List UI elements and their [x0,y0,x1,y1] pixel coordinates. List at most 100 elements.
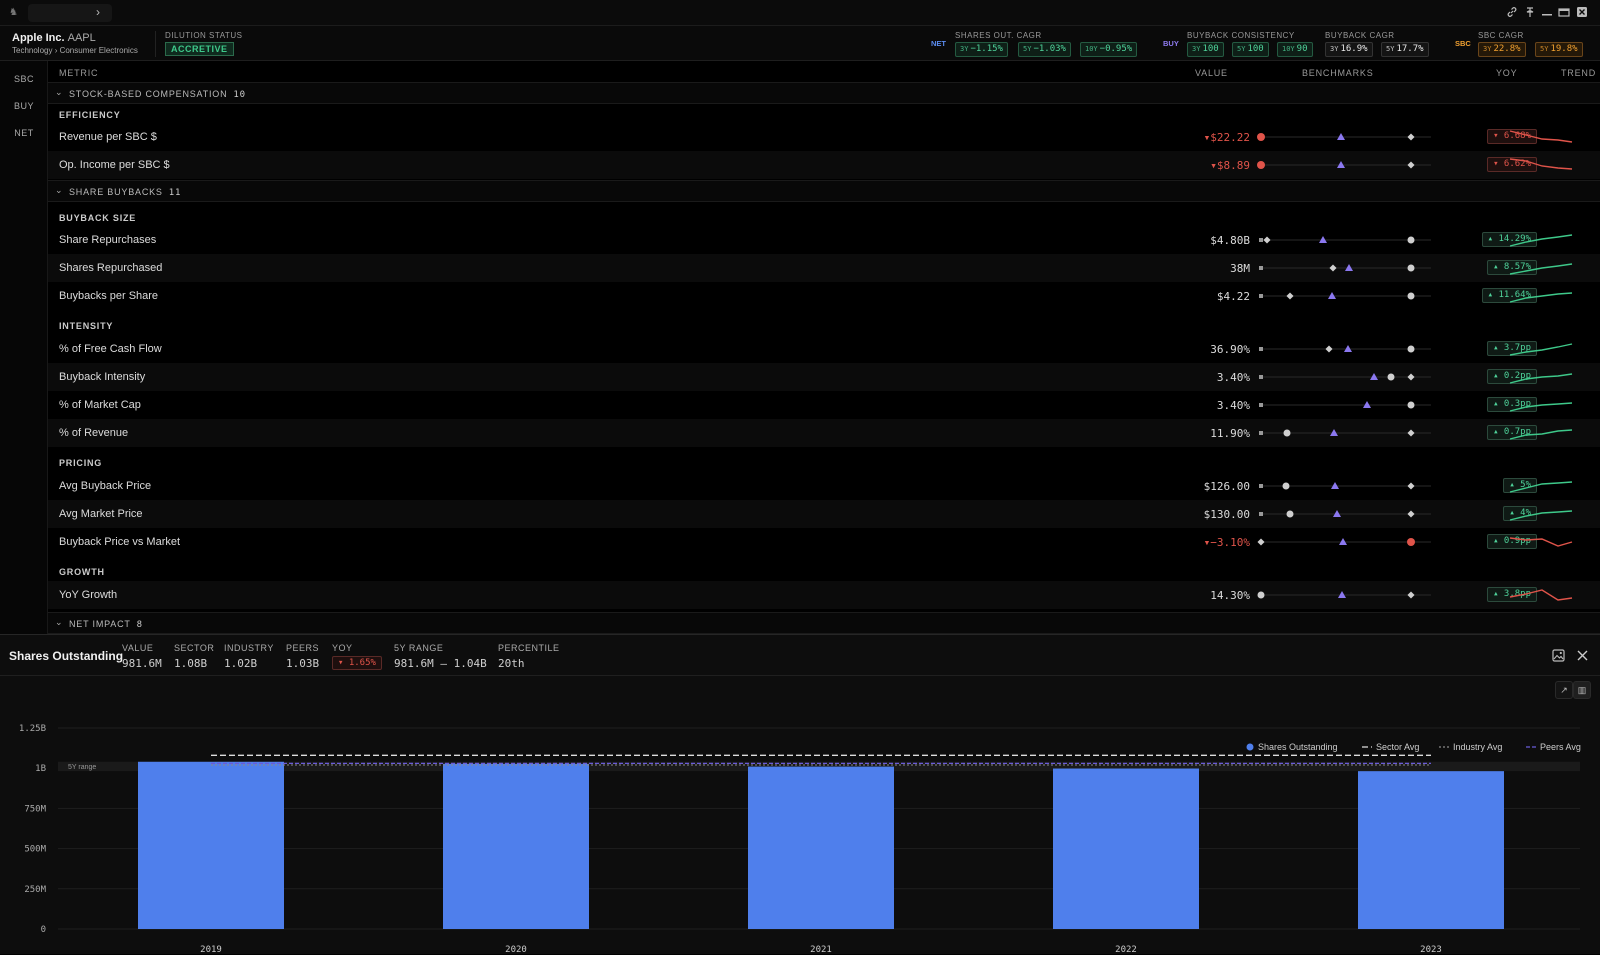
y-tick-label: 250M [24,885,46,895]
value-marker [1286,510,1294,518]
bar [138,761,284,929]
chevron-down-icon[interactable]: ⌄ [55,87,63,98]
stat-sector: 1.08B [174,657,208,670]
detail-panel: Shares Outstanding VALUE 981.6M SECTOR 1… [0,634,1600,955]
row-buyback-intensity[interactable]: Buyback Intensity 3.40% ▴ 0.2pp [48,363,1600,391]
benchmark-marker [1407,591,1415,599]
pin-icon[interactable] [1524,6,1536,21]
benchmark-strip [1257,538,1431,546]
y-tick-label: 0 [41,925,46,935]
net-group-label: NET [931,39,946,48]
trend-sparkline [1509,589,1573,601]
link-icon[interactable] [1506,6,1518,21]
sparkline [1509,429,1573,440]
nav-buy[interactable]: BUY [0,101,48,111]
caret-down-icon: ▾ [1210,159,1217,172]
metric-name: Avg Market Price [59,508,143,520]
chevron-down-icon[interactable]: ⌄ [55,617,63,628]
sparkline [1509,234,1573,247]
stat-percentile: 20th [498,657,525,670]
sparkline [1509,292,1573,303]
close-panel-icon[interactable] [1576,649,1589,665]
stat-industry-label: INDUSTRY [224,643,274,653]
app-logo-icon: ♞ [9,7,18,18]
benchmark-strip [1257,161,1431,169]
benchmark-strip [1259,510,1431,518]
trend-sparkline [1509,234,1573,247]
sbc-cagr-5y: 5Y 19.8% [1535,42,1583,57]
section-net-impact[interactable]: ⌄ NET IMPACT 8 [48,612,1600,634]
bar-chart-toggle-icon[interactable]: ▥ [1573,681,1591,699]
benchmark-marker [1325,345,1333,353]
trend-sparkline [1509,343,1573,356]
metric-name: % of Market Cap [59,399,141,411]
benchmark-marker [1286,292,1294,300]
row-pct-market-cap[interactable]: % of Market Cap 3.40% ▴ 0.3pp [48,391,1600,419]
sparkline [1509,130,1573,143]
stat-sector-label: SECTOR [174,643,215,653]
nav-sbc[interactable]: SBC [0,74,48,84]
metric-name: Avg Buyback Price [59,480,152,492]
shares-cagr-10y: 10Y −0.95% [1080,42,1138,57]
min-marker [1259,266,1263,270]
close-window-icon[interactable] [1576,6,1588,21]
row-pct-revenue[interactable]: % of Revenue 11.90% ▴ 0.7pp [48,419,1600,447]
panel-title: Shares Outstanding [9,649,124,663]
shares-outstanding-chart: 0250M500M750M1B1.25B5Y range2019 2020 2021… [19,724,1581,955]
row-avg-buyback-price[interactable]: Avg Buyback Price $126.00 ▴ 5% [48,472,1600,500]
row-pct-fcf[interactable]: % of Free Cash Flow 36.90% ▴ 3.7pp [48,335,1600,363]
nav-net[interactable]: NET [0,128,48,138]
row-revenue-per-sbc[interactable]: Revenue per SBC $ ▾$22.22 ▾ 6.68% [48,123,1600,151]
sbc-cagr-3y: 3Y 22.8% [1478,42,1526,57]
metric-name: Buyback Price vs Market [59,536,181,548]
divider [155,31,156,57]
benchmark-strip [1259,482,1431,490]
trend-sparkline [1509,263,1573,275]
y-tick-label: 500M [24,845,46,855]
buyback-cagr-label: BUYBACK CAGR [1325,31,1395,40]
sparkline [1509,373,1573,384]
line-chart-toggle-icon[interactable]: ↗ [1555,681,1573,699]
section-sbc[interactable]: ⌄ STOCK-BASED COMPENSATION 10 [48,82,1600,104]
row-avg-market-price[interactable]: Avg Market Price $130.00 ▴ 4% [48,500,1600,528]
side-nav: SBC BUY NET [0,61,48,634]
legend-label: Peers Avg [1540,742,1581,752]
section-buybacks[interactable]: ⌄ SHARE BUYBACKS 11 [48,180,1600,202]
min-marker [1259,347,1263,351]
trend-sparkline [1509,130,1573,143]
row-op-income-per-sbc[interactable]: Op. Income per SBC $ ▾$8.89 ▾ 6.62% [48,151,1600,179]
metric-name: Shares Repurchased [59,262,163,274]
benchmark-strip [1259,236,1431,244]
maximize-icon[interactable] [1558,6,1570,21]
benchmark-strip [1257,591,1431,599]
metric-name: % of Revenue [59,427,129,439]
chevron-down-icon[interactable]: ⌄ [55,185,63,196]
image-export-icon[interactable] [1552,649,1565,665]
row-shares-repurchased[interactable]: Shares Repurchased 38M ▴ 8.57% [48,254,1600,282]
metric-name: % of Free Cash Flow [59,343,162,355]
dilution-label: DILUTION STATUS [165,31,243,40]
benchmark-strip [1259,429,1431,437]
metric-name: Buybacks per Share [59,290,159,302]
value-marker [1257,161,1265,169]
chevron-right-icon[interactable]: › [96,5,100,19]
row-buybacks-per-share[interactable]: Buybacks per Share $4.22 ▴ 11.64% [48,282,1600,310]
stat-range: 981.6M — 1.04B [394,657,487,670]
section-label: SHARE BUYBACKS 11 [69,187,182,198]
row-share-repurchases[interactable]: Share Repurchases $4.80B ▴ 14.29% [48,226,1600,254]
minimize-icon[interactable] [1541,6,1553,21]
y-tick-label: 1B [35,764,46,774]
row-yoy-growth[interactable]: YoY Growth 14.30% ▴ 3.8pp [48,581,1600,609]
benchmark-marker [1407,373,1415,381]
sparkline [1509,263,1573,275]
benchmark-marker [1407,161,1415,169]
subsection-growth: GROWTH [59,567,105,577]
value-marker [1387,373,1395,381]
shares-cagr-3y: 3Y −1.15% [955,42,1008,57]
col-benchmarks: BENCHMARKS [1302,68,1374,78]
metric-name: Share Repurchases [59,234,157,246]
value-marker [1283,429,1291,437]
value-marker [1407,401,1415,409]
row-buyback-vs-market[interactable]: Buyback Price vs Market ▾−3.10% ▴ 0.9pp [48,528,1600,556]
metric-name: Op. Income per SBC $ [59,159,170,171]
